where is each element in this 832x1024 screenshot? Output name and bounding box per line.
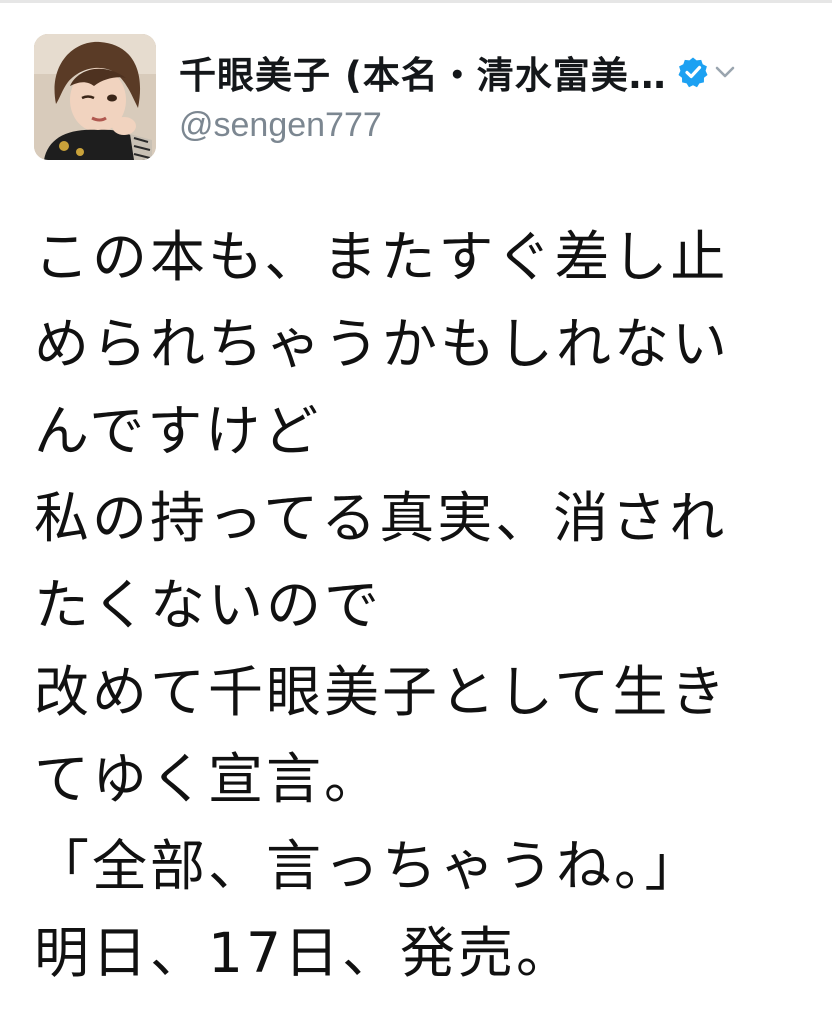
chevron-down-icon[interactable] [711, 58, 739, 86]
author-block: 千眼美子 (本名・清水富美… @sengen777 [179, 44, 809, 145]
name-row: 千眼美子 (本名・清水富美… [179, 44, 809, 100]
tweet-text-line: 明日、17日、発売。 [34, 921, 574, 985]
tweet-header: 千眼美子 (本名・清水富美… @sengen777 [34, 34, 814, 164]
user-handle[interactable]: @sengen777 [179, 106, 809, 145]
tweet-text-line: たくないので [34, 573, 383, 637]
tweet-text-line: められちゃうかもしれない [34, 312, 731, 376]
tweet-text-line: 改めて千眼美子として生き [34, 660, 729, 724]
verified-badge-icon [678, 57, 708, 88]
display-name[interactable]: 千眼美子 (本名・清水富美… [179, 45, 667, 99]
tweet-text-line: てゆく宣言。 [34, 747, 383, 811]
tweet-text-line: この本も、またすぐ差し止 [34, 225, 729, 289]
tweet-text-line: 「全部、言っちゃうね。」 [34, 834, 703, 898]
avatar[interactable] [34, 34, 156, 160]
tweet: 千眼美子 (本名・清水富美… @sengen777 この本も、またすぐ差し止 め… [0, 0, 832, 1024]
tweet-text-line: んですけど [34, 399, 322, 463]
tweet-text: この本も、またすぐ差し止 められちゃうかもしれない んですけど 私の持ってる真実… [34, 214, 814, 997]
tweet-text-line: 私の持ってる真実、消され [34, 486, 728, 550]
